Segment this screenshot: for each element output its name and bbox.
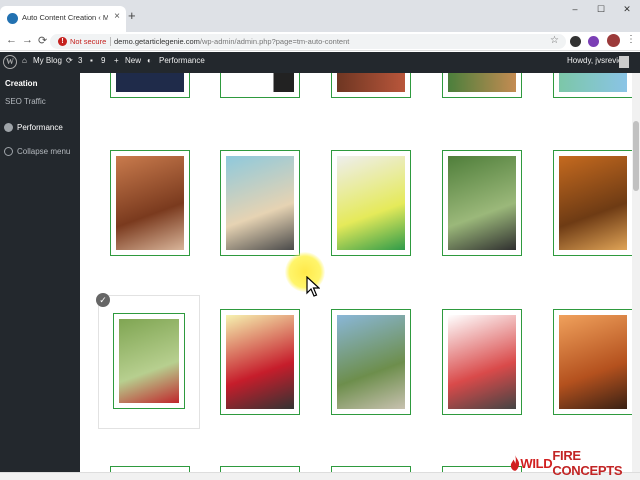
browser-tabstrip: Auto Content Creation ‹ My Blog × + – ☐ … [0, 0, 640, 32]
comments-count[interactable]: 9 [101, 56, 105, 65]
new-tab-button[interactable]: + [128, 8, 136, 23]
maximize-icon[interactable]: ☐ [588, 0, 614, 18]
url-host: demo.getarticlegenie.com [114, 37, 200, 46]
man-binoculars-image [448, 156, 516, 250]
comments-icon[interactable]: ▪ [90, 56, 93, 65]
wp-admin-bar: W ⌂ My Blog ⟳ 3 ▪ 9 + New ◐ Performance … [0, 52, 640, 73]
home-icon: ⌂ [22, 56, 27, 65]
flame-icon [510, 455, 520, 471]
tab-title: Auto Content Creation ‹ My Blog [22, 13, 108, 22]
performance-icon [4, 123, 13, 132]
sidebar-item-seo-traffic[interactable]: SEO Traffic [5, 97, 46, 106]
partial-image [337, 73, 405, 92]
vertical-scrollbar[interactable] [632, 73, 640, 472]
partial-image [226, 73, 294, 92]
image-card-partial[interactable] [331, 73, 411, 98]
sidebar-item-creation[interactable]: Creation [5, 79, 37, 88]
url-separator [110, 37, 111, 46]
not-secure-label[interactable]: Not secure [70, 37, 106, 46]
warning-icon: ! [58, 37, 67, 46]
stacked-stones-image [559, 315, 627, 409]
site-name-link[interactable]: My Blog [33, 56, 62, 65]
image-card-partial[interactable] [110, 73, 190, 98]
plus-icon: + [114, 56, 119, 65]
close-tab-icon[interactable]: × [114, 11, 120, 22]
url-bar[interactable]: ! Not secure demo.getarticlegenie.com/wp… [50, 34, 566, 49]
scrollbar-thumb[interactable] [633, 121, 639, 191]
collapse-menu-icon [4, 147, 13, 156]
image-grid: ✓ [80, 73, 632, 472]
partial-image [559, 73, 627, 92]
balancing-stone-image [559, 156, 627, 250]
beach-children-image [226, 156, 294, 250]
forward-icon[interactable]: → [22, 34, 33, 46]
sidebar-item-performance[interactable]: Performance [17, 123, 63, 132]
extension-icon-2[interactable] [588, 36, 599, 47]
man-exercise-bike-image [226, 315, 294, 409]
extension-icon[interactable] [570, 36, 581, 47]
browser-tab[interactable]: Auto Content Creation ‹ My Blog × [0, 6, 126, 32]
partial-image [448, 73, 516, 92]
image-card-partial[interactable] [442, 73, 522, 98]
window-controls: – ☐ ✕ [562, 0, 640, 18]
wordpress-favicon-icon [7, 13, 18, 24]
image-card[interactable] [553, 309, 632, 415]
minimize-icon[interactable]: – [562, 0, 588, 18]
woman-kitchen-drawing-image [448, 315, 516, 409]
bookmark-star-icon[interactable]: ☆ [550, 35, 559, 46]
mouse-pointer-icon [306, 276, 320, 297]
url-text[interactable]: demo.getarticlegenie.com/wp-admin/admin.… [114, 37, 349, 46]
sidebar-item-collapse-menu[interactable]: Collapse menu [17, 147, 70, 156]
new-content-link[interactable]: New [125, 56, 141, 65]
image-card[interactable] [220, 309, 300, 415]
close-window-icon[interactable]: ✕ [614, 0, 640, 18]
user-avatar[interactable] [619, 56, 629, 68]
image-card-selected[interactable] [113, 313, 185, 409]
performance-link[interactable]: Performance [159, 56, 205, 65]
back-icon[interactable]: ← [6, 34, 17, 46]
selected-check-icon[interactable]: ✓ [96, 293, 110, 307]
performance-gauge-icon: ◐ [147, 56, 152, 65]
reload-icon[interactable]: ⟳ [38, 34, 47, 47]
hello-text-image [337, 156, 405, 250]
dark-partial-image [116, 73, 184, 92]
brand-wild-text: WILD [520, 455, 553, 471]
image-card[interactable] [442, 309, 522, 415]
brand-rest-text: FIRE CONCEPTS [552, 448, 623, 478]
image-card[interactable] [220, 150, 300, 256]
admin-sidebar: Creation SEO Traffic Performance Collaps… [0, 73, 80, 480]
woman-running-image [119, 319, 179, 403]
wordpress-logo-icon[interactable]: W [3, 55, 17, 69]
image-card-partial[interactable] [553, 73, 632, 98]
url-path: /wp-admin/admin.php?page=tm-auto-content [199, 37, 350, 46]
browser-menu-icon[interactable]: ⋮ [626, 34, 636, 45]
address-toolbar: ← → ⟳ ! Not secure demo.getarticlegenie.… [0, 32, 640, 51]
updates-count[interactable]: 3 [78, 56, 82, 65]
rusty-sculpture-image [116, 156, 184, 250]
updates-icon[interactable]: ⟳ [66, 56, 73, 65]
mountain-road-image [337, 315, 405, 409]
image-card[interactable] [442, 150, 522, 256]
image-card[interactable] [331, 150, 411, 256]
image-card[interactable] [110, 150, 190, 256]
profile-avatar[interactable] [607, 34, 620, 47]
image-card[interactable] [553, 150, 632, 256]
wildfire-concepts-watermark: WILD FIRE CONCEPTS [510, 448, 640, 478]
image-card-partial[interactable] [220, 73, 300, 98]
image-card[interactable] [331, 309, 411, 415]
